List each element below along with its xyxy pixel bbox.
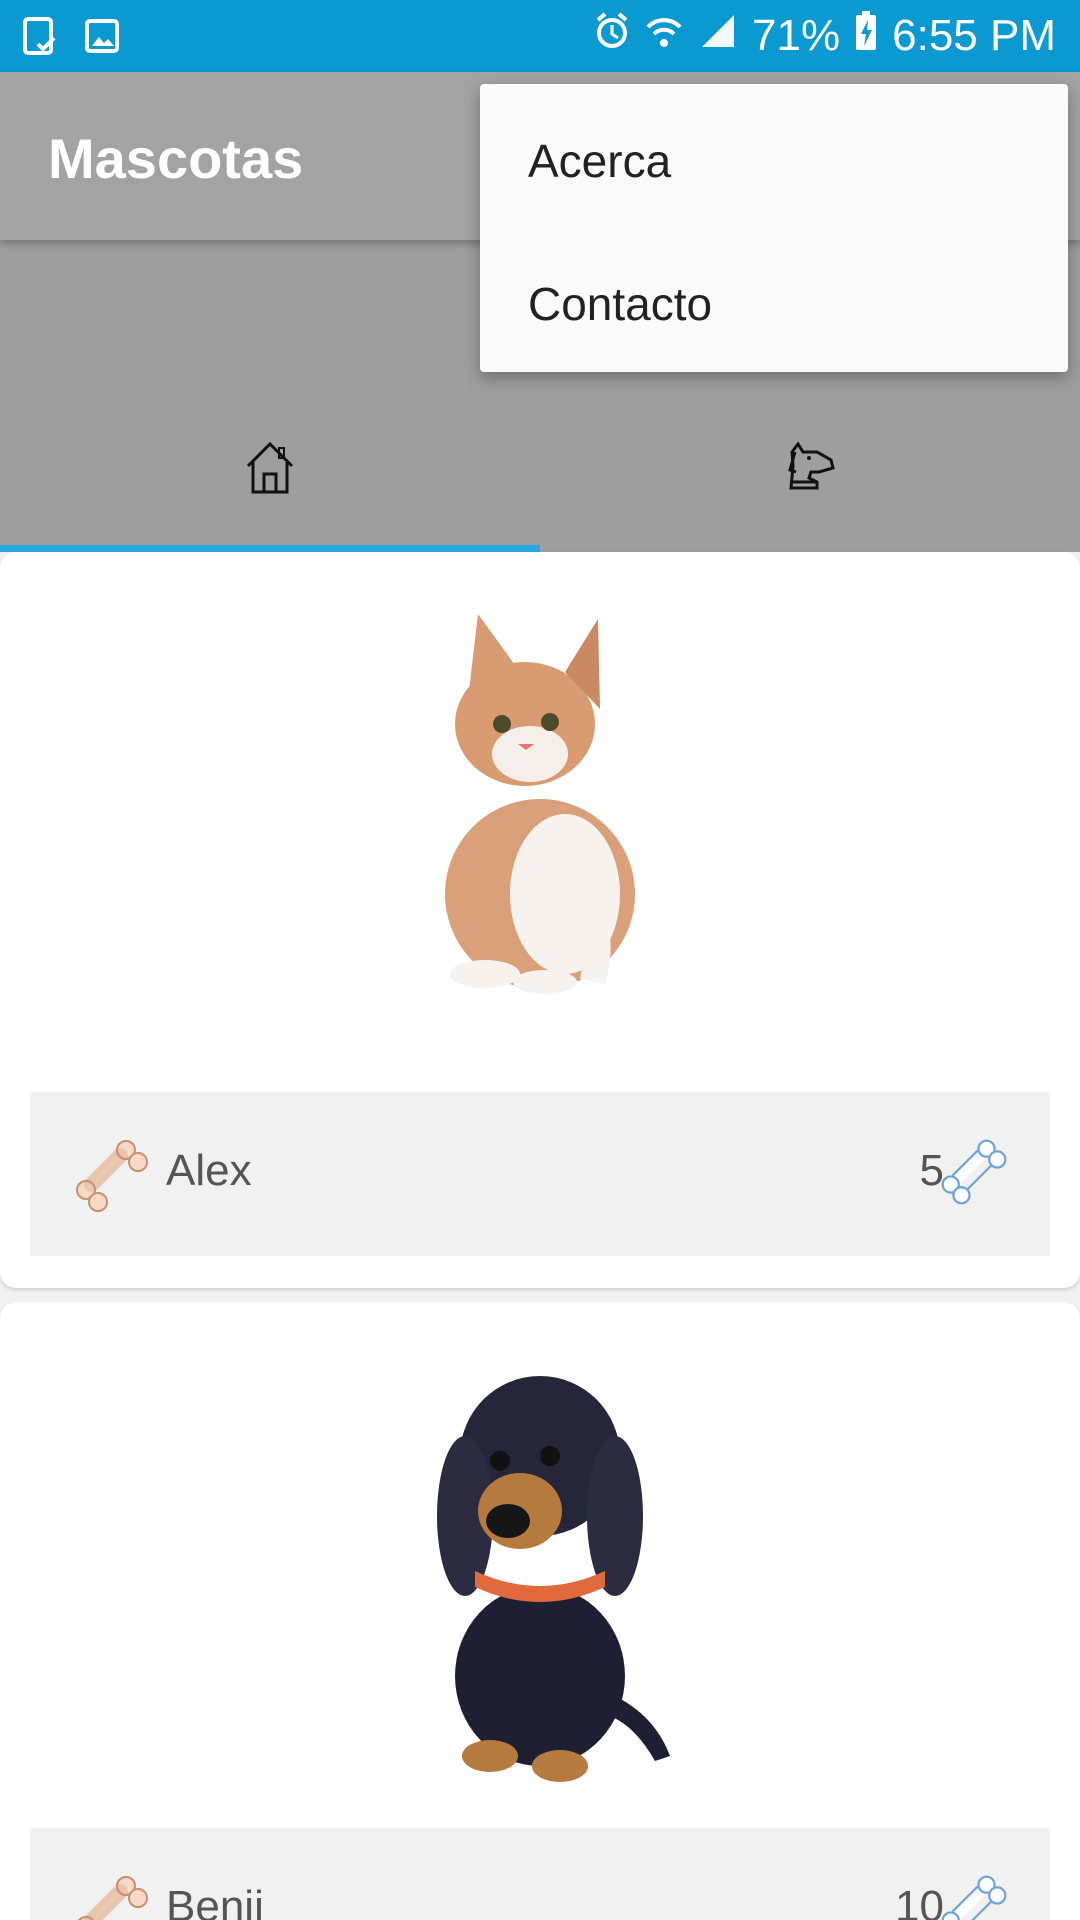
- wifi-icon: [644, 11, 684, 62]
- battery-percent: 71%: [752, 11, 841, 60]
- bone-rating-icon: [940, 1138, 1008, 1211]
- bone-icon[interactable]: [74, 1874, 150, 1920]
- pet-name: Benji: [166, 1882, 264, 1920]
- menu-item-contacto[interactable]: Contacto: [528, 277, 712, 331]
- dog-icon: [782, 438, 838, 503]
- status-time: 6:55 PM: [892, 11, 1056, 60]
- dachshund-photo: [390, 1346, 690, 1791]
- bone-rating-icon: [940, 1874, 1008, 1920]
- home-icon: [242, 438, 298, 503]
- image-icon: [84, 16, 120, 61]
- pet-info-bar: Alex 5: [30, 1092, 1050, 1256]
- pet-card[interactable]: Alex 5: [0, 552, 1080, 1288]
- kitten-photo: [390, 604, 690, 1009]
- pet-name: Alex: [166, 1146, 252, 1195]
- app-title: Mascotas: [48, 127, 304, 190]
- pets-list[interactable]: Alex 5 Benji 10: [0, 552, 1080, 1920]
- tab-indicator: [0, 545, 540, 552]
- signal-icon: [698, 11, 738, 62]
- tablet-check-icon: [22, 16, 58, 61]
- battery-charging-icon: [854, 10, 878, 63]
- menu-item-acerca[interactable]: Acerca: [528, 134, 671, 188]
- tab-home[interactable]: [0, 438, 540, 552]
- status-bar: 71% 6:55 PM: [0, 0, 1080, 72]
- alarm-icon: [594, 11, 630, 62]
- pet-score: 10: [895, 1882, 944, 1920]
- pet-info-bar: Benji 10: [30, 1828, 1050, 1920]
- pet-card[interactable]: Benji 10: [0, 1302, 1080, 1920]
- tab-pets[interactable]: [540, 438, 1080, 552]
- overflow-menu: Acerca Contacto: [480, 84, 1068, 372]
- bone-icon[interactable]: [74, 1138, 150, 1219]
